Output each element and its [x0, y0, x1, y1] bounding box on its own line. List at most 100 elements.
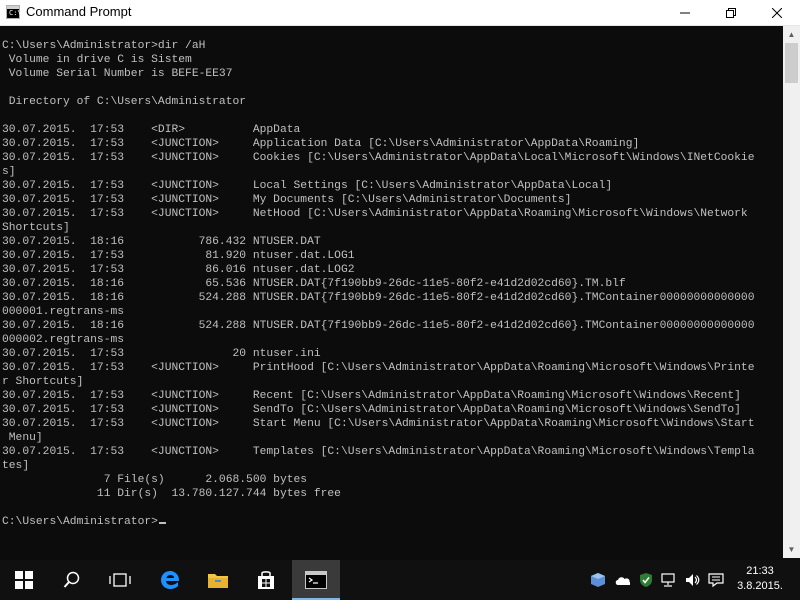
- console-line: 30.07.2015. 17:53 20 ntuser.ini: [2, 347, 755, 361]
- console-line: 30.07.2015. 17:53 <JUNCTION> Cookies [C:…: [2, 151, 755, 165]
- scroll-up-arrow-icon[interactable]: ▲: [783, 26, 800, 43]
- console-line: 7 File(s) 2.068.500 bytes: [2, 473, 755, 487]
- window-title: Command Prompt: [26, 4, 132, 19]
- defender-tray-icon[interactable]: [638, 572, 654, 588]
- console-line: 11 Dir(s) 13.780.127.744 bytes free: [2, 487, 755, 501]
- task-view-icon: [109, 573, 131, 587]
- console-line-text: 30.07.2015. 18:16 65.536 NTUSER.DAT{7f19…: [2, 278, 626, 290]
- console-line-text: r Shortcuts]: [2, 376, 84, 388]
- console-line: 30.07.2015. 18:16 524.288 NTUSER.DAT{7f1…: [2, 319, 755, 333]
- scroll-down-arrow-icon[interactable]: ▼: [783, 541, 800, 558]
- windows-logo-icon: [15, 571, 33, 589]
- console-line-text: 30.07.2015. 17:53 <JUNCTION> Application…: [2, 138, 640, 150]
- console-line-text: Volume in drive C is Sistem: [2, 54, 192, 66]
- text-cursor: [158, 522, 166, 524]
- search-icon: [63, 571, 80, 588]
- speaker-icon: [686, 574, 700, 586]
- console-line: 30.07.2015. 18:16 524.288 NTUSER.DAT{7f1…: [2, 291, 755, 305]
- store-taskbar-button[interactable]: [242, 560, 290, 600]
- clock-time: 21:33: [746, 565, 774, 577]
- console-line-text: 30.07.2015. 17:53 20 ntuser.ini: [2, 348, 321, 360]
- scroll-thumb[interactable]: [785, 43, 798, 83]
- store-bag-icon: [258, 571, 274, 589]
- file-explorer-icon: [208, 574, 228, 588]
- network-icon: [661, 573, 675, 587]
- command-prompt-taskbar-button[interactable]: [292, 560, 340, 600]
- console-line-text: 30.07.2015. 17:53 81.920 ntuser.dat.LOG1: [2, 250, 355, 262]
- console-line: 000002.regtrans-ms: [2, 333, 755, 347]
- console-line: 30.07.2015. 17:53 <JUNCTION> Templates […: [2, 445, 755, 459]
- window-title-bar[interactable]: C:\ Command Prompt: [0, 0, 800, 26]
- console-text: C:\Users\Administrator>dir /aH Volume in…: [2, 39, 755, 529]
- console-line: 30.07.2015. 18:16 786.432 NTUSER.DAT: [2, 235, 755, 249]
- console-line: 30.07.2015. 17:53 <JUNCTION> Application…: [2, 137, 755, 151]
- console-line: 30.07.2015. 17:53 81.920 ntuser.dat.LOG1: [2, 249, 755, 263]
- console-line: 30.07.2015. 17:53 <JUNCTION> Local Setti…: [2, 179, 755, 193]
- console-line-text: tes]: [2, 460, 30, 472]
- console-line: C:\Users\Administrator>: [2, 515, 755, 529]
- close-icon: [772, 7, 782, 18]
- vertical-scrollbar[interactable]: ▲ ▼: [783, 26, 800, 558]
- system-clock[interactable]: 21:33 3.8.2015.: [730, 564, 790, 594]
- console-line-text: 30.07.2015. 17:53 <JUNCTION> Local Setti…: [2, 180, 613, 192]
- shield-check-icon: [640, 573, 652, 587]
- console-line-text: 30.07.2015. 17:53 <JUNCTION> Templates […: [2, 446, 755, 458]
- network-tray-icon[interactable]: [660, 572, 676, 588]
- console-line-text: 30.07.2015. 18:16 786.432 NTUSER.DAT: [2, 236, 321, 248]
- file-explorer-taskbar-button[interactable]: [194, 560, 242, 600]
- onedrive-tray-icon[interactable]: [614, 572, 630, 588]
- console-line-text: 30.07.2015. 18:16 524.288 NTUSER.DAT{7f1…: [2, 320, 755, 332]
- volume-tray-icon[interactable]: [684, 572, 700, 588]
- console-line: r Shortcuts]: [2, 375, 755, 389]
- console-line: 30.07.2015. 17:53 <JUNCTION> NetHood [C:…: [2, 207, 755, 221]
- console-line: Directory of C:\Users\Administrator: [2, 95, 755, 109]
- command-prompt-icon: [305, 571, 327, 589]
- close-button[interactable]: [754, 0, 800, 25]
- start-button[interactable]: [0, 560, 48, 600]
- console-line-text: 30.07.2015. 17:53 <JUNCTION> SendTo [C:\…: [2, 404, 741, 416]
- maximize-button[interactable]: [708, 0, 754, 25]
- console-line: 30.07.2015. 17:53 <JUNCTION> PrintHood […: [2, 361, 755, 375]
- command-prompt-icon: C:\: [6, 5, 22, 19]
- console-line: Menu]: [2, 431, 755, 445]
- console-line-text: 000001.regtrans-ms: [2, 306, 125, 318]
- restore-icon: [726, 7, 736, 18]
- console-line-text: s]: [2, 166, 16, 178]
- console-line-text: 30.07.2015. 18:16 524.288 NTUSER.DAT{7f1…: [2, 292, 755, 304]
- console-line-text: 30.07.2015. 17:53 <JUNCTION> Recent [C:\…: [2, 390, 741, 402]
- console-line: 30.07.2015. 18:16 65.536 NTUSER.DAT{7f19…: [2, 277, 755, 291]
- console-line: 30.07.2015. 17:53 <JUNCTION> My Document…: [2, 193, 755, 207]
- console-line: Volume Serial Number is BEFE-EE37: [2, 67, 755, 81]
- console-line: 30.07.2015. 17:53 <JUNCTION> SendTo [C:\…: [2, 403, 755, 417]
- network-drive-tray-icon[interactable]: [590, 572, 606, 588]
- console-line-text: C:\Users\Administrator>: [2, 516, 158, 528]
- console-line-text: 30.07.2015. 17:53 <DIR> AppData: [2, 124, 301, 136]
- action-center-tray-icon[interactable]: [708, 572, 724, 588]
- console-output[interactable]: C:\Users\Administrator>dir /aH Volume in…: [0, 26, 783, 558]
- console-line-text: 30.07.2015. 17:53 86.016 ntuser.dat.LOG2: [2, 264, 355, 276]
- console-line-text: 7 File(s) 2.068.500 bytes: [2, 474, 308, 486]
- edge-taskbar-button[interactable]: [146, 560, 194, 600]
- console-line-text: Directory of C:\Users\Administrator: [2, 96, 247, 108]
- console-line: tes]: [2, 459, 755, 473]
- console-line-text: Shortcuts]: [2, 222, 70, 234]
- console-line-text: 000002.regtrans-ms: [2, 334, 125, 346]
- minimize-icon: [680, 12, 690, 13]
- console-line: C:\Users\Administrator>dir /aH: [2, 39, 755, 53]
- taskbar: 21:33 3.8.2015.: [0, 560, 800, 600]
- console-line-text: 30.07.2015. 17:53 <JUNCTION> PrintHood […: [2, 362, 755, 374]
- box-icon: [591, 573, 605, 587]
- clock-date: 3.8.2015.: [737, 580, 783, 592]
- console-line-text: 30.07.2015. 17:53 <JUNCTION> Cookies [C:…: [2, 152, 755, 164]
- console-line-text: C:\Users\Administrator>dir /aH: [2, 40, 206, 52]
- search-button[interactable]: [48, 560, 96, 600]
- task-view-button[interactable]: [96, 560, 144, 600]
- console-line: 30.07.2015. 17:53 <DIR> AppData: [2, 123, 755, 137]
- edge-browser-icon: [161, 571, 180, 589]
- minimize-button[interactable]: [662, 0, 708, 25]
- console-line-text: 30.07.2015. 17:53 <JUNCTION> My Document…: [2, 194, 572, 206]
- console-line-text: 11 Dir(s) 13.780.127.744 bytes free: [2, 488, 341, 500]
- console-line: s]: [2, 165, 755, 179]
